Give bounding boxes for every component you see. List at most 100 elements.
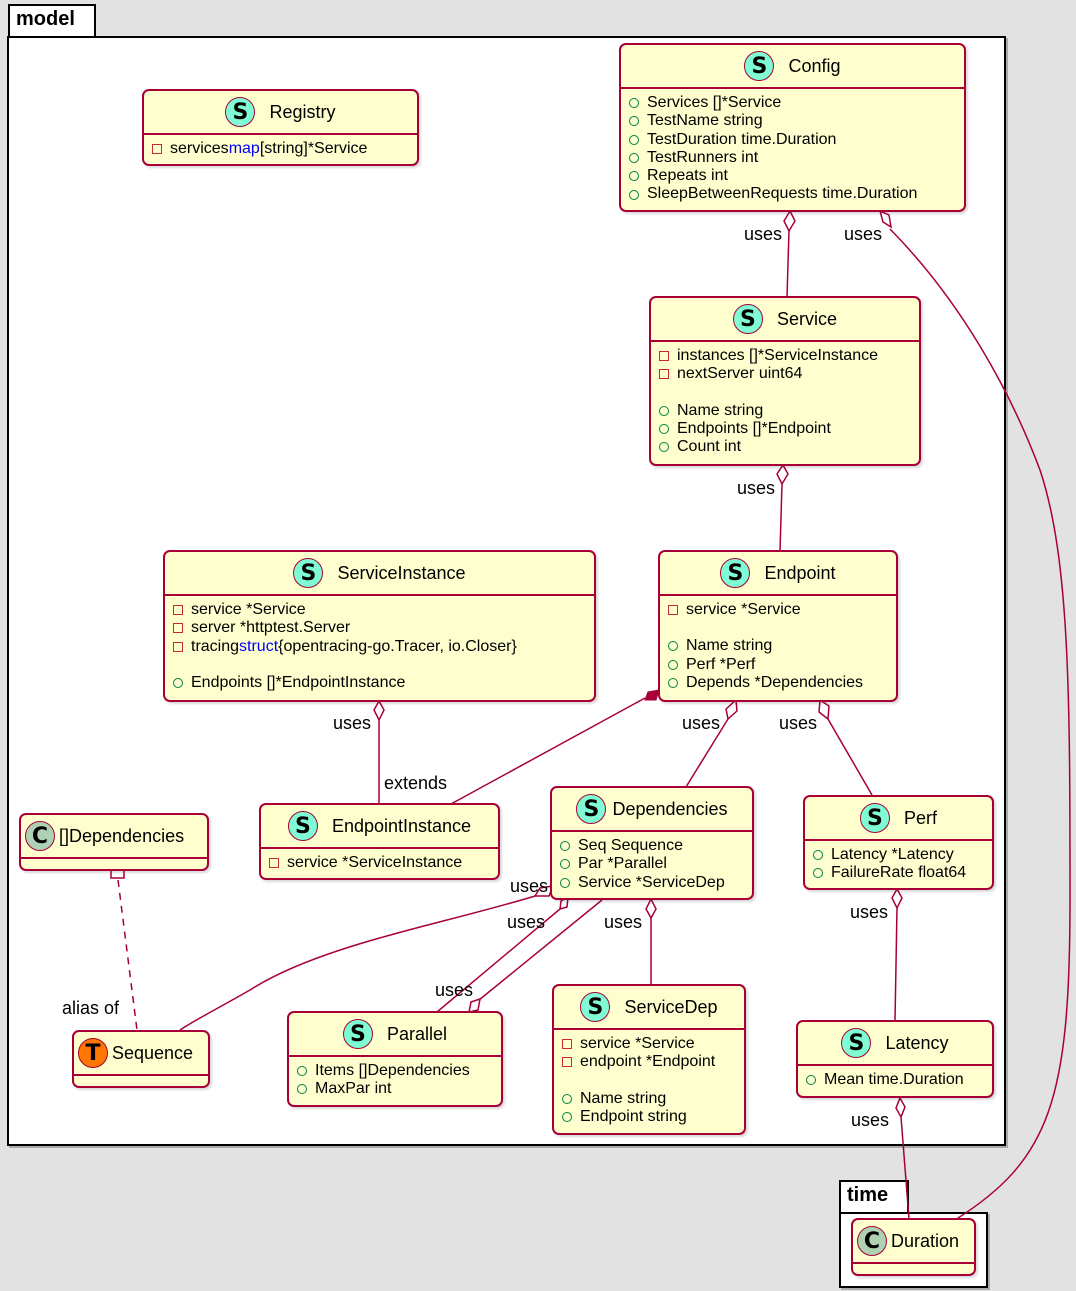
public-icon [629,134,639,145]
private-icon [152,144,162,155]
struct-icon: S [225,97,256,127]
struct-icon: S [744,51,775,81]
class-dependencies[interactable]: S Dependencies Seq Sequence Par *Paralle… [550,786,754,900]
field: MaxPar int [297,1080,493,1098]
field: Perf *Perf [668,656,888,674]
field: Name string [668,637,888,655]
label-uses: uses [844,224,883,244]
field: Endpoint string [562,1108,736,1126]
label-uses: uses [682,713,721,733]
public-icon [659,442,669,453]
label-uses: uses [850,902,889,922]
public-icon [806,1075,816,1086]
public-icon [813,850,823,861]
package-time-label: time [847,1184,889,1206]
class-service-instance[interactable]: S ServiceInstance service *Service serve… [163,550,596,702]
field: Endpoints []*Endpoint [659,420,911,438]
class-header: S Parallel [289,1013,501,1057]
public-icon [629,171,639,182]
class-name: []Dependencies [59,825,185,846]
class-name: Latency [885,1032,949,1053]
field: Par *Parallel [560,855,744,873]
class-name: ServiceInstance [337,562,466,583]
keyword: map [228,140,260,157]
struct-icon: S [293,558,324,588]
public-icon [560,877,570,888]
field: service *Service [668,601,888,619]
field: TestName string [629,112,956,130]
class-header: S Perf [805,797,992,841]
class-service-dep[interactable]: S ServiceDep service *Service endpoint *… [552,984,746,1135]
class-header: T Sequence [74,1032,208,1076]
private-icon [659,351,669,362]
public-icon [659,424,669,435]
struct-icon: S [576,794,607,824]
class-latency[interactable]: S Latency Mean time.Duration [796,1020,994,1098]
field: Latency *Latency [813,846,984,864]
field: Name string [659,402,911,420]
struct-icon: S [342,1019,373,1049]
label-extends: extends [384,773,448,793]
public-icon [297,1084,307,1095]
field: nextServer uint64 [659,365,911,383]
public-icon [629,153,639,164]
class-sequence[interactable]: T Sequence [72,1030,210,1088]
public-icon [629,98,639,109]
field: SleepBetweenRequests time.Duration [629,185,956,203]
public-icon [668,641,678,652]
private-icon [659,369,669,380]
label-uses: uses [737,478,776,498]
field: Depends *Dependencies [668,674,888,692]
class-name: Dependencies [612,798,728,819]
class-header: S Service [651,298,919,342]
field: Endpoints []*EndpointInstance [173,674,586,692]
type-icon: T [78,1038,108,1068]
field: Seq Sequence [560,837,744,855]
label-uses: uses [510,876,549,896]
field: service *ServiceInstance [269,854,490,872]
struct-icon: S [859,803,890,833]
class-icon: C [857,1226,887,1256]
class-name: Service [776,308,838,329]
field: instances []*ServiceInstance [659,347,911,365]
public-icon [668,659,678,670]
private-icon [173,623,183,634]
class-dependencies-slice[interactable]: C []Dependencies [19,813,209,871]
label-uses: uses [333,713,372,733]
field: Items []Dependencies [297,1062,493,1080]
label-uses: uses [435,980,474,1000]
field: FailureRate float64 [813,864,984,882]
private-icon [562,1039,572,1050]
field: endpoint *Endpoint [562,1053,736,1071]
field: service *Service [562,1035,736,1053]
class-name: Config [788,55,841,76]
label-uses: uses [779,713,818,733]
class-header: S Registry [144,91,417,135]
class-header: S ServiceInstance [165,552,594,596]
class-header: S ServiceDep [554,986,744,1030]
field: Service *ServiceDep [560,874,744,892]
field: Count int [659,438,911,456]
field: TestRunners int [629,149,956,167]
field: server *httptest.Server [173,619,586,637]
class-icon: C [25,821,55,851]
field: Mean time.Duration [806,1071,984,1089]
field: services map [string]*Service [152,140,409,158]
class-endpoint-instance[interactable]: S EndpointInstance service *ServiceInsta… [259,803,500,880]
class-header: S Dependencies [552,788,752,832]
keyword: struct [239,637,279,655]
class-config[interactable]: S Config Services []*Service TestName st… [619,43,966,212]
class-name: EndpointInstance [331,815,472,836]
class-perf[interactable]: S Perf Latency *Latency FailureRate floa… [803,795,994,890]
class-endpoint[interactable]: S Endpoint service *Service Name string … [658,550,898,702]
class-service[interactable]: S Service instances []*ServiceInstance n… [649,296,921,466]
class-name: Parallel [386,1023,448,1044]
label-uses: uses [507,912,546,932]
class-registry[interactable]: S Registry services map [string]*Service [142,89,419,166]
class-header: S Latency [798,1022,992,1066]
struct-icon: S [841,1028,872,1058]
class-name: Sequence [112,1042,194,1063]
class-parallel[interactable]: S Parallel Items []Dependencies MaxPar i… [287,1011,503,1107]
public-icon [560,859,570,870]
class-duration[interactable]: C Duration [851,1218,976,1276]
